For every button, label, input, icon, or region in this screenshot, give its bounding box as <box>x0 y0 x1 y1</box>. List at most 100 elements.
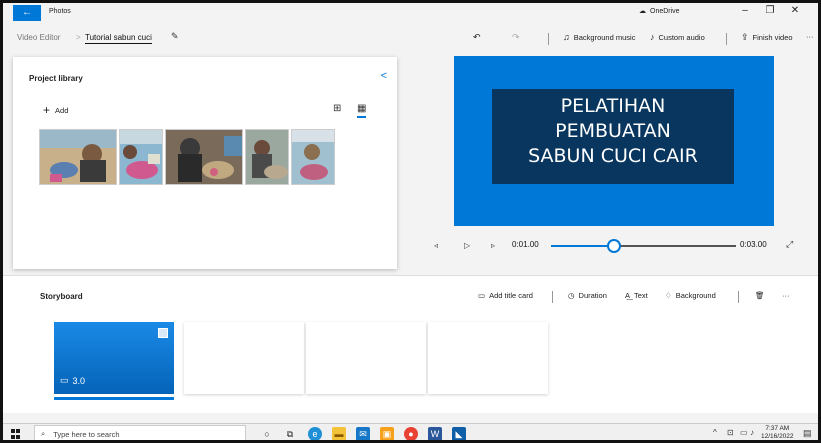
custom-audio-label: Custom audio <box>658 32 705 42</box>
taskbar: ⌕ Type here to search ○ ⧉ e ▬ ✉ ▣ ● W ◣ … <box>3 423 818 440</box>
custom-audio-button[interactable]: ♪ Custom audio <box>650 32 705 42</box>
search-placeholder: Type here to search <box>53 429 120 439</box>
redo-button[interactable]: ↷ <box>512 32 520 43</box>
library-thumbnail[interactable] <box>245 129 289 185</box>
onedrive-label: OneDrive <box>650 7 680 15</box>
music-note-icon: ♫ <box>563 32 570 42</box>
storyboard-clip-empty[interactable] <box>428 322 548 394</box>
storyboard-panel: Storyboard ▭ Add title card ◷ Duration A… <box>3 275 818 413</box>
finish-video-button[interactable]: ⇪ Finish video <box>741 32 793 43</box>
edge-icon[interactable]: e <box>308 427 322 440</box>
library-thumbnail[interactable] <box>39 129 117 185</box>
add-label: Add <box>55 105 69 115</box>
divider <box>726 33 727 45</box>
text-button[interactable]: A͟ Text <box>625 291 648 300</box>
system-clock[interactable]: 7:37 AM 12/16/2022 <box>761 425 794 440</box>
clock-date: 12/16/2022 <box>761 433 794 440</box>
finish-video-label: Finish video <box>752 33 793 42</box>
windows-start-icon[interactable] <box>11 429 21 439</box>
title-line-3: SABUN CUCI CAIR <box>528 145 698 167</box>
video-preview[interactable]: PELATIHAN PEMBUATAN SABUN CUCI CAIR <box>454 56 774 226</box>
task-view-icon[interactable]: ⧉ <box>283 427 297 440</box>
undo-button[interactable]: ↶ <box>473 32 481 43</box>
cortana-icon[interactable]: ○ <box>260 427 274 440</box>
duration-button[interactable]: ◷ Duration <box>568 291 607 300</box>
more-options-button[interactable]: ··· <box>806 32 814 41</box>
large-grid-view-icon[interactable]: ▦ <box>357 103 367 118</box>
maximize-button[interactable]: ❐ <box>760 5 780 16</box>
seek-track-progress <box>551 245 614 247</box>
storyboard-title: Storyboard <box>40 292 83 301</box>
background-label: Background <box>675 291 716 300</box>
app-title: Photos <box>49 8 71 15</box>
text-icon: A͟ <box>625 291 631 300</box>
title-line-1: PELATIHAN <box>560 95 666 117</box>
word-icon[interactable]: W <box>428 427 442 440</box>
title-bar: ← Photos ☁ OneDrive – ❐ ✕ <box>3 3 818 23</box>
export-icon: ⇪ <box>741 32 749 42</box>
previous-frame-icon[interactable]: ◃ <box>434 241 438 250</box>
storyboard-more-button[interactable]: ··· <box>782 291 790 300</box>
background-music-button[interactable]: ♫ Background music <box>563 32 635 42</box>
background-music-label: Background music <box>573 32 636 42</box>
breadcrumb-project-name[interactable]: Tutorial sabun cuci <box>85 33 152 44</box>
collapse-chevron-icon[interactable]: < <box>381 70 387 82</box>
storyboard-clip-selected[interactable]: ▭ 3.0 <box>54 322 174 394</box>
duration-label: Duration <box>578 291 607 300</box>
paint-bucket-icon: ♢ <box>665 291 672 300</box>
delete-button[interactable]: 🗑 <box>755 291 765 300</box>
volume-icon[interactable]: ♪ <box>750 428 754 437</box>
clock-time: 7:37 AM <box>765 425 790 432</box>
divider <box>552 291 553 303</box>
clip-duration: ▭ 3.0 <box>60 375 85 386</box>
onedrive-status[interactable]: ☁ OneDrive <box>639 7 680 16</box>
play-icon[interactable]: ▷ <box>464 241 470 250</box>
add-button[interactable]: + Add <box>43 103 68 117</box>
chevron-up-icon[interactable]: ^ <box>713 428 717 437</box>
divider <box>548 33 549 45</box>
close-button[interactable]: ✕ <box>785 5 805 16</box>
current-time: 0:01.00 <box>512 240 539 249</box>
storyboard-clip-empty[interactable] <box>306 322 426 394</box>
add-title-card-button[interactable]: ▭ Add title card <box>478 291 533 300</box>
chrome-icon[interactable]: ● <box>404 427 418 440</box>
custom-audio-icon: ♪ <box>650 32 655 42</box>
project-library-panel: Project library < + Add ⊞ ▦ <box>13 57 397 269</box>
breadcrumb-video-editor[interactable]: Video Editor <box>17 33 60 42</box>
clock-icon: ◷ <box>568 291 575 300</box>
pencil-icon[interactable]: ✎ <box>171 31 179 42</box>
title-card: PELATIHAN PEMBUATAN SABUN CUCI CAIR <box>492 89 734 184</box>
app-icon[interactable]: ▣ <box>380 427 394 440</box>
chevron-right-icon: > <box>76 33 81 42</box>
undo-icon: ↶ <box>473 32 481 42</box>
fullscreen-icon[interactable]: ⤢ <box>786 239 793 250</box>
library-thumbnail[interactable] <box>119 129 163 185</box>
notification-icon[interactable]: ▤ <box>803 428 812 439</box>
battery-icon[interactable]: ▭ <box>740 428 748 437</box>
mail-icon[interactable]: ✉ <box>356 427 370 440</box>
back-button[interactable]: ← <box>13 5 41 21</box>
redo-icon: ↷ <box>512 32 520 42</box>
network-icon[interactable]: ⊡ <box>727 428 734 437</box>
back-arrow-icon: ← <box>22 7 32 18</box>
file-explorer-icon[interactable]: ▬ <box>332 427 346 440</box>
next-frame-icon[interactable]: ▹ <box>491 241 495 250</box>
select-checkbox[interactable] <box>158 328 168 338</box>
text-label: Text <box>634 291 648 300</box>
add-title-card-label: Add title card <box>489 291 533 300</box>
background-button[interactable]: ♢ Background <box>665 291 716 300</box>
seek-slider-handle[interactable] <box>607 239 621 253</box>
library-thumbnail[interactable] <box>291 129 335 185</box>
storyboard-clip-empty[interactable] <box>184 322 304 394</box>
trash-icon: 🗑 <box>755 291 765 300</box>
photos-icon[interactable]: ◣ <box>452 427 466 440</box>
library-thumbnail[interactable] <box>165 129 243 185</box>
minimize-button[interactable]: – <box>735 5 755 16</box>
grid-view-icon[interactable]: ⊞ <box>333 103 341 114</box>
project-library-title: Project library <box>29 74 83 83</box>
plus-icon: + <box>43 103 51 117</box>
library-thumbnails <box>39 129 335 185</box>
nav-bar: Video Editor > Tutorial sabun cuci ✎ ↶ ↷… <box>3 25 818 49</box>
taskbar-search[interactable]: ⌕ Type here to search <box>34 425 246 440</box>
end-time: 0:03.00 <box>740 240 767 249</box>
